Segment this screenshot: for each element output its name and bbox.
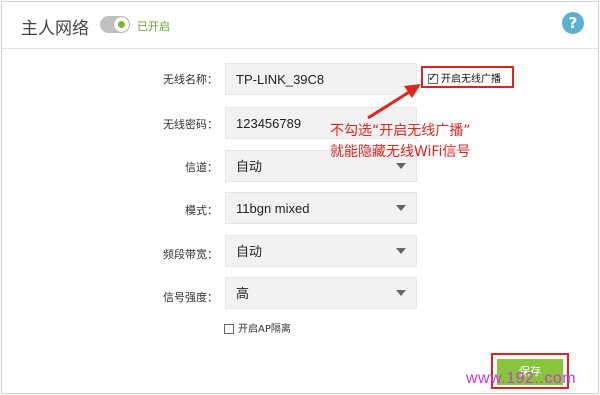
watermark-text: www.192..com — [466, 370, 577, 387]
annotation-line-2: 就能隐藏无线WiFi信号 — [330, 144, 471, 160]
annotation-arrow — [367, 84, 421, 120]
arrow-head — [404, 84, 421, 98]
annotation-line-1: 不勾选“开启无线广播” — [330, 123, 471, 139]
annotation-text: 不勾选“开启无线广播” 就能隐藏无线WiFi信号 — [330, 121, 520, 163]
arrow-shaft — [367, 87, 415, 120]
